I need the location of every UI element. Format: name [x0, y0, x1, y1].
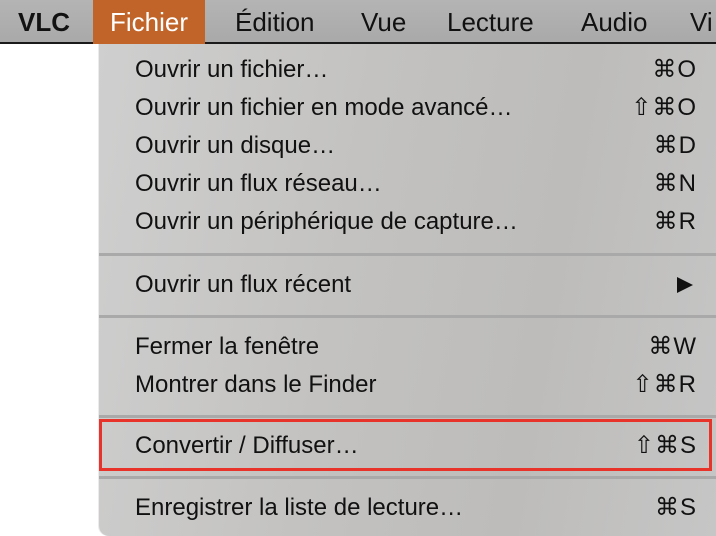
shortcut-label: ⌘N: [653, 170, 697, 197]
menu-item-label: Ouvrir un fichier en mode avancé…: [135, 94, 513, 121]
menu-item-label: Montrer dans le Finder: [135, 371, 377, 398]
menu-item-label: Ouvrir un disque…: [135, 132, 336, 159]
menu-separator: [99, 415, 716, 418]
menu-item-open-capture-device[interactable]: Ouvrir un périphérique de capture… ⌘R: [99, 203, 716, 241]
shortcut-label: ⌘O: [652, 56, 697, 83]
menu-item-label: Fermer la fenêtre: [135, 333, 320, 360]
shortcut-label: ⌘S: [654, 494, 697, 521]
menu-item-open-disc[interactable]: Ouvrir un disque… ⌘D: [99, 127, 716, 165]
menu-item-label: Ouvrir un flux réseau…: [135, 170, 382, 197]
menu-item-label: Ouvrir un fichier…: [135, 56, 329, 83]
menubar-item-fichier[interactable]: Fichier: [93, 0, 206, 44]
menubar-item-audio[interactable]: Audio: [581, 0, 648, 44]
menu-item-save-playlist[interactable]: Enregistrer la liste de lecture… ⌘S: [99, 489, 716, 527]
shortcut-label: ⌘W: [648, 333, 697, 360]
highlight-box: [99, 419, 712, 471]
menu-bar: VLC Fichier Édition Vue Lecture Audio Vi: [0, 0, 716, 44]
menubar-item-vlc[interactable]: VLC: [18, 0, 70, 44]
menu-item-open-network[interactable]: Ouvrir un flux réseau… ⌘N: [99, 165, 716, 203]
menu-item-close-window[interactable]: Fermer la fenêtre ⌘W: [99, 328, 716, 366]
shortcut-label: ⌘D: [653, 132, 697, 159]
menu-item-open-file[interactable]: Ouvrir un fichier… ⌘O: [99, 51, 716, 89]
menu-item-open-recent[interactable]: Ouvrir un flux récent: [99, 266, 716, 304]
menu-item-label: Ouvrir un périphérique de capture…: [135, 208, 518, 235]
menubar-item-vue[interactable]: Vue: [361, 0, 406, 44]
menu-item-open-file-advanced[interactable]: Ouvrir un fichier en mode avancé… ⇧⌘O: [99, 89, 716, 127]
menu-separator: [99, 253, 716, 256]
menu-item-label: Enregistrer la liste de lecture…: [135, 494, 464, 521]
submenu-arrow-icon: [677, 277, 693, 293]
shortcut-label: ⇧⌘R: [632, 371, 697, 398]
menu-separator: [99, 315, 716, 318]
menubar-item-edition[interactable]: Édition: [235, 0, 315, 44]
menubar-item-lecture[interactable]: Lecture: [447, 0, 534, 44]
menu-separator: [99, 476, 716, 479]
shortcut-label: ⌘R: [653, 208, 697, 235]
shortcut-label: ⇧⌘O: [631, 94, 697, 121]
menu-item-label: Ouvrir un flux récent: [135, 271, 352, 298]
menu-item-show-in-finder[interactable]: Montrer dans le Finder ⇧⌘R: [99, 366, 716, 404]
menubar-item-video[interactable]: Vi: [690, 0, 713, 44]
